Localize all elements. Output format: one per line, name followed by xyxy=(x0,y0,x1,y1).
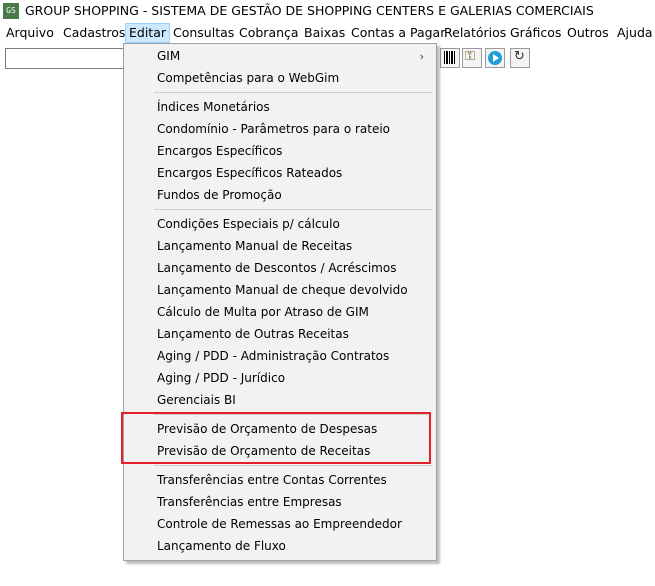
barcode-button[interactable] xyxy=(440,48,460,68)
menu-item-fundos-promocao[interactable]: Fundos de Promoção xyxy=(157,186,282,204)
menu-item-transferencias-empresas[interactable]: Transferências entre Empresas xyxy=(157,493,342,511)
menu-item-gim[interactable]: GIM xyxy=(157,47,427,65)
window-title: GROUP SHOPPING - SISTEMA DE GESTÃO DE SH… xyxy=(25,3,594,18)
menu-graficos[interactable]: Gráficos xyxy=(510,24,561,42)
refresh-button[interactable]: ↻ xyxy=(510,48,530,68)
menu-item-calculo-multa[interactable]: Cálculo de Multa por Atraso de GIM xyxy=(157,303,369,321)
menu-item-lancamento-fluxo[interactable]: Lançamento de Fluxo xyxy=(157,537,286,555)
menu-item-previsao-despesas[interactable]: Previsão de Orçamento de Despesas xyxy=(157,420,377,438)
play-button[interactable] xyxy=(485,48,505,68)
menu-ajuda[interactable]: Ajuda xyxy=(617,24,653,42)
menu-item-competencias-webgim[interactable]: Competências para o WebGim xyxy=(157,69,339,87)
key-button[interactable]: ⚿ xyxy=(462,48,482,68)
menu-item-aging-contratos[interactable]: Aging / PDD - Administração Contratos xyxy=(157,347,389,365)
menu-cobranca[interactable]: Cobrança xyxy=(239,24,299,42)
app-logo-icon: GS xyxy=(3,3,19,19)
menu-editar[interactable]: Editar xyxy=(125,23,171,43)
menu-item-encargos-especificos[interactable]: Encargos Específicos xyxy=(157,142,282,160)
menu-item-indices-monetarios[interactable]: Índices Monetários xyxy=(157,98,270,116)
menu-item-controle-remessas[interactable]: Controle de Remessas ao Empreendedor xyxy=(157,515,402,533)
menu-item-outras-receitas[interactable]: Lançamento de Outras Receitas xyxy=(157,325,349,343)
barcode-icon xyxy=(444,51,455,64)
menu-item-condicoes-especiais[interactable]: Condições Especiais p/ cálculo xyxy=(157,215,340,233)
menu-relatorios[interactable]: Relatórios xyxy=(444,24,506,42)
menu-item-condominio-rateio[interactable]: Condomínio - Parâmetros para o rateio xyxy=(157,120,390,138)
menu-item-transferencias-contas[interactable]: Transferências entre Contas Correntes xyxy=(157,471,387,489)
menu-separator xyxy=(154,92,432,93)
menu-outros[interactable]: Outros xyxy=(567,24,609,42)
menu-item-label: GIM xyxy=(157,49,181,63)
menu-separator xyxy=(154,465,432,466)
menu-item-aging-juridico[interactable]: Aging / PDD - Jurídico xyxy=(157,369,285,387)
menu-item-gerenciais-bi[interactable]: Gerenciais BI xyxy=(157,391,236,409)
search-input[interactable] xyxy=(5,48,129,69)
menu-consultas[interactable]: Consultas xyxy=(173,24,234,42)
play-icon xyxy=(488,51,502,65)
title-bar: GS GROUP SHOPPING - SISTEMA DE GESTÃO DE… xyxy=(0,0,655,22)
edit-menu-dropdown: GIM › Competências para o WebGim Índices… xyxy=(123,43,437,561)
menu-item-previsao-receitas[interactable]: Previsão de Orçamento de Receitas xyxy=(157,442,370,460)
menu-item-cheque-devolvido[interactable]: Lançamento Manual de cheque devolvido xyxy=(157,281,408,299)
menu-separator xyxy=(154,414,432,415)
menu-item-lancamento-manual-receitas[interactable]: Lançamento Manual de Receitas xyxy=(157,237,352,255)
menu-cadastros[interactable]: Cadastros xyxy=(63,24,125,42)
chevron-right-icon: › xyxy=(419,50,424,63)
menu-arquivo[interactable]: Arquivo xyxy=(6,24,54,42)
key-icon: ⚿ xyxy=(465,49,475,64)
menu-baixas[interactable]: Baixas xyxy=(304,24,345,42)
menu-separator xyxy=(154,209,432,210)
menu-item-encargos-rateados[interactable]: Encargos Específicos Rateados xyxy=(157,164,342,182)
menu-contas-a-pagar[interactable]: Contas a Pagar xyxy=(351,24,445,42)
refresh-icon: ↻ xyxy=(514,49,525,64)
menu-item-lancamento-descontos[interactable]: Lançamento de Descontos / Acréscimos xyxy=(157,259,396,277)
menu-bar: Arquivo Cadastros Editar Consultas Cobra… xyxy=(0,22,655,43)
